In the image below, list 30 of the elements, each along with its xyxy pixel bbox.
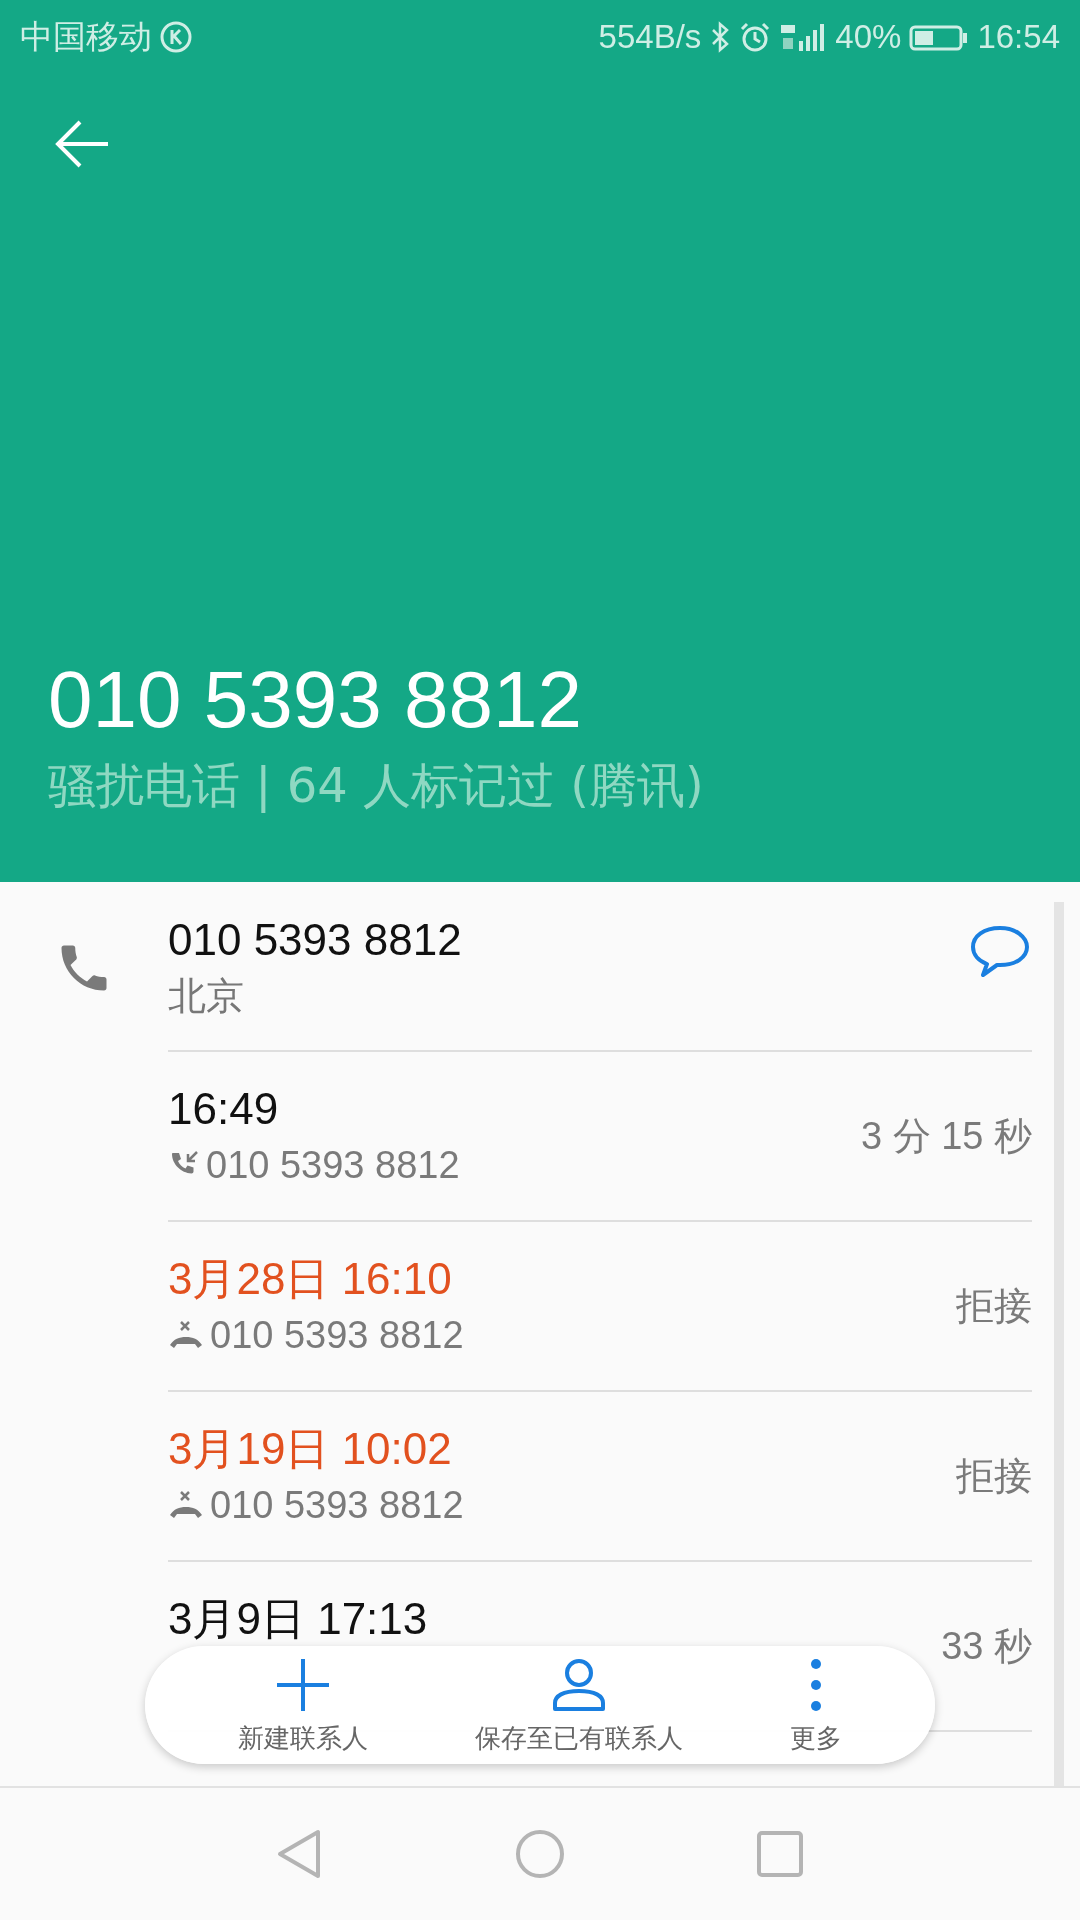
- phone-number-title: 010 5393 8812: [48, 654, 583, 746]
- network-speed: 554B/s: [598, 18, 702, 56]
- spam-label: 骚扰电话 | 64 人标记过 (腾讯): [48, 756, 705, 815]
- clock-time: 16:54: [977, 18, 1060, 56]
- call-detail: 拒接: [956, 1453, 1032, 1499]
- battery-percent: 40%: [835, 18, 902, 56]
- call-detail: 3 分 15 秒: [860, 1113, 1032, 1159]
- call-number: 010 5393 8812: [210, 1313, 464, 1358]
- call-time: 3月28日 16:10: [168, 1253, 453, 1305]
- action-button[interactable]: 更多: [789, 1654, 842, 1756]
- action-button[interactable]: 新建联系人: [238, 1654, 369, 1756]
- call-time: 16:49: [168, 1083, 280, 1135]
- home-nav-icon[interactable]: [514, 1828, 566, 1880]
- call-number: 010 5393 8812: [210, 1483, 464, 1528]
- alarm-icon: [739, 21, 772, 53]
- scrollbar[interactable]: [1054, 902, 1064, 1786]
- call-detail: 33 秒: [941, 1623, 1032, 1669]
- call-number: 010 5393 8812: [206, 1143, 460, 1188]
- action-button[interactable]: 保存至已有联系人: [475, 1654, 683, 1756]
- call-time: 3月19日 10:02: [168, 1423, 453, 1475]
- rejected-call-icon: [168, 1489, 204, 1521]
- phone-number: 010 5393 8812: [168, 914, 463, 966]
- k-badge-icon: [160, 21, 192, 53]
- call-detail: 拒接: [956, 1283, 1032, 1329]
- rejected-call-icon: [168, 1319, 204, 1351]
- recents-nav-icon[interactable]: [756, 1830, 804, 1878]
- location-label: 北京: [168, 973, 245, 1020]
- call-time: 3月9日 17:13: [168, 1593, 429, 1645]
- carrier-name: 中国移动: [20, 16, 152, 57]
- message-bubble-icon[interactable]: [968, 924, 1032, 980]
